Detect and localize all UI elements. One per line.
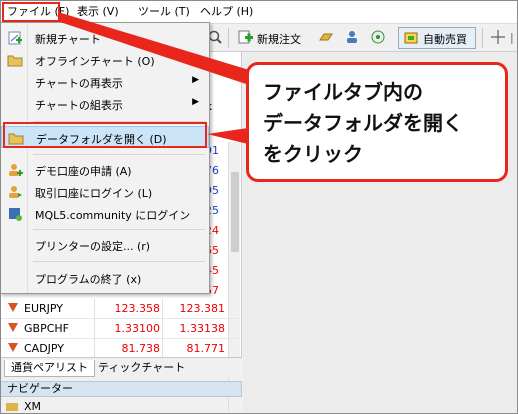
menu-tools[interactable]: ツール (T) [138, 4, 190, 20]
toolbar-overflow: | [510, 31, 514, 44]
toolbar-separator [482, 28, 483, 48]
auto-trading-icon [403, 30, 419, 49]
scrollbar-thumb[interactable] [231, 172, 239, 252]
bid-cell: 1.33100 [114, 322, 161, 335]
menu-item-demo-account[interactable]: デモ口座の申請 (A) [1, 159, 209, 181]
price-down-icon [8, 303, 18, 312]
auto-trading-button[interactable]: 自動売買 [398, 27, 476, 49]
menu-item-label: チャートの再表示 [35, 77, 123, 90]
table-row[interactable]: CADJPY 81.738 81.771 [0, 339, 242, 359]
menu-help[interactable]: ヘルプ (H) [200, 4, 253, 20]
user-login-icon [7, 184, 23, 200]
symbol-cell: CADJPY [24, 342, 65, 355]
folder-open-icon [7, 52, 23, 68]
menu-item-new-chart[interactable]: 新規チャート [1, 27, 209, 49]
signal-icon[interactable] [370, 29, 386, 45]
menu-item-label: プログラムの終了 (x) [35, 273, 142, 286]
folder-icon [6, 401, 18, 414]
table-row[interactable]: GBPCHF 1.33100 1.33138 [0, 319, 242, 339]
new-order-button[interactable]: 新規注文 [257, 31, 301, 47]
ask-cell: 81.771 [186, 342, 226, 355]
ask-cell: 1.33138 [179, 322, 226, 335]
symbol-cell: EURJPY [24, 302, 63, 315]
tab-symbols[interactable]: 通貨ペアリスト [4, 360, 95, 377]
menu-item-label: デモ口座の申請 (A) [35, 165, 132, 178]
submenu-arrow-icon: ▶ [192, 97, 199, 107]
menu-view[interactable]: 表示 (V) [77, 4, 119, 20]
file-menu-highlight-box [2, 2, 60, 22]
menu-item-login-trade-account[interactable]: 取引口座にログイン (L) [1, 181, 209, 203]
new-chart-icon [7, 30, 23, 46]
table-row[interactable]: EURJPY 123.358 123.381 [0, 299, 242, 319]
tab-tick-chart[interactable]: ティックチャート [92, 360, 191, 377]
user-add-icon [7, 162, 23, 178]
data-folder-highlight-box [3, 122, 207, 148]
menu-item-chart-profiles[interactable]: チャートの組表示 ▶ [1, 93, 209, 115]
menu-item-refresh-chart[interactable]: チャートの再表示 ▶ [1, 71, 209, 93]
menu-item-printer-setup[interactable]: プリンターの設定... (r) [1, 234, 209, 256]
submenu-arrow-icon: ▶ [192, 75, 199, 85]
callout-line: データフォルダを開く [263, 111, 463, 135]
callout-line: ファイルタブ内の [263, 80, 423, 104]
menu-item-exit[interactable]: プログラムの終了 (x) [1, 267, 209, 289]
auto-trading-label: 自動売買 [423, 33, 467, 46]
market-watch-tabs: 通貨ペアリスト ティックチャート [0, 357, 242, 377]
mql5-icon [7, 206, 23, 222]
crosshair-icon[interactable] [490, 29, 506, 45]
gold-bar-icon[interactable] [318, 29, 334, 45]
bid-cell: 123.358 [114, 302, 161, 315]
menu-item-offline-chart[interactable]: オフラインチャート (O) [1, 49, 209, 71]
profile-icon[interactable] [344, 29, 360, 45]
toolbar-separator [228, 28, 229, 48]
ask-cell: 123.381 [179, 302, 226, 315]
callout-text: ファイルタブ内の データフォルダを開く をクリック [263, 77, 463, 170]
menu-item-login-mql5[interactable]: MQL5.community にログイン [1, 203, 209, 225]
menu-item-label: 取引口座にログイン (L) [35, 187, 153, 200]
bid-cell: 81.738 [121, 342, 161, 355]
menu-item-label: 新規チャート [35, 33, 101, 46]
menu-item-label: オフラインチャート (O) [35, 55, 155, 68]
file-menu-dropdown: 新規チャート オフラインチャート (O) チャートの再表示 ▶ チャートの組表示… [0, 22, 210, 294]
price-down-icon [8, 323, 18, 332]
price-down-icon [8, 343, 18, 352]
callout-line: をクリック [263, 142, 363, 166]
symbol-cell: GBPCHF [24, 322, 69, 335]
navigator-header[interactable]: ナビゲーター [0, 381, 242, 397]
instruction-callout: ファイルタブ内の データフォルダを開く をクリック [246, 62, 508, 182]
new-order-icon[interactable] [237, 29, 253, 45]
menu-bar: ファイル (F) 表示 (V) ツール (T) ヘルプ (H) [0, 0, 518, 24]
menu-item-label: プリンターの設定... (r) [35, 240, 151, 253]
menu-item-label: チャートの組表示 [35, 99, 123, 112]
menu-item-label: MQL5.community にログイン [35, 209, 191, 222]
navigator-item-xm[interactable]: XM [24, 400, 41, 413]
